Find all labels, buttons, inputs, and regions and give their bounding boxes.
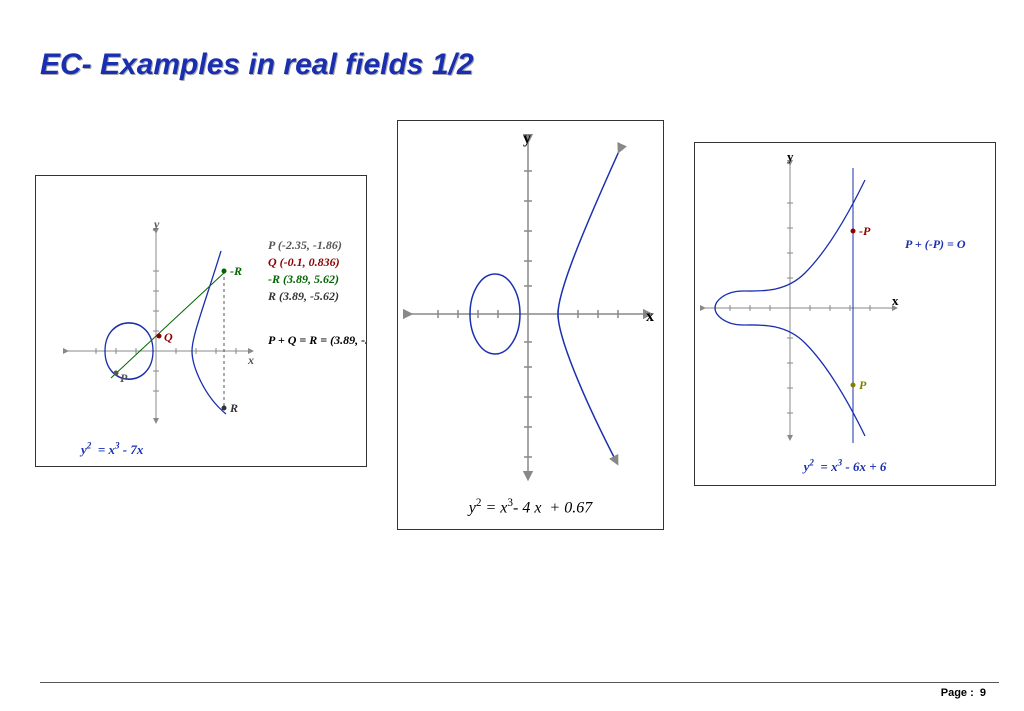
formula-1: y2 = x3 - 7x (81, 441, 366, 458)
point-R: R (229, 401, 238, 415)
svg-text:P (-2.35, -1.86): P (-2.35, -1.86) (268, 238, 342, 252)
chart-svg-1: y x P Q -R (36, 176, 366, 466)
svg-text:R (3.89, -5.62): R (3.89, -5.62) (267, 289, 339, 303)
legend-block: P (-2.35, -1.86) Q (-0.1, 0.836) -R (3.8… (267, 238, 366, 347)
point-P-3: P (859, 378, 867, 392)
x-axis-label: x (247, 353, 254, 367)
point-P: P (120, 371, 128, 385)
slide-page: EC- Examples in real fields 1/2 (0, 0, 1024, 711)
slide-title: EC- Examples in real fields 1/2 (40, 48, 474, 82)
svg-text:-R (3.89, 5.62): -R (3.89, 5.62) (268, 272, 339, 286)
chart-svg-3: y x -P P P + (-P) = O (695, 143, 995, 485)
svg-text:Q (-0.1, 0.836): Q (-0.1, 0.836) (268, 255, 340, 269)
y-axis-label-2: y (523, 130, 531, 147)
formula-2: y2 = x3- 4 x + 0.67 (398, 497, 663, 517)
formula-3: y2 = x3 - 6x + 6 (695, 458, 995, 475)
svg-text:P + Q = R = (3.89, -5.62).: P + Q = R = (3.89, -5.62). (268, 333, 366, 347)
y-axis-label: y (152, 217, 160, 231)
footer-rule (40, 682, 999, 683)
chart-panel-2: y x y2 = x3- 4 x + 0.67 (397, 120, 664, 530)
panel-row: y x P Q -R (35, 120, 999, 530)
point-minus-P: -P (859, 224, 871, 238)
y-axis-label-3: y (787, 149, 794, 164)
result-3: P + (-P) = O (905, 237, 966, 251)
point-Q: Q (164, 330, 173, 344)
chart-panel-3: y x -P P P + (-P) = O y2 = x3 - 6x + 6 (694, 142, 996, 486)
chart-svg-2: y x (398, 121, 663, 529)
x-axis-label-2: x (646, 308, 654, 325)
page-number: Page : 9 (941, 687, 986, 699)
chart-panel-1: y x P Q -R (35, 175, 367, 467)
x-axis-label-3: x (892, 293, 899, 308)
point-minus-R: -R (230, 264, 242, 278)
